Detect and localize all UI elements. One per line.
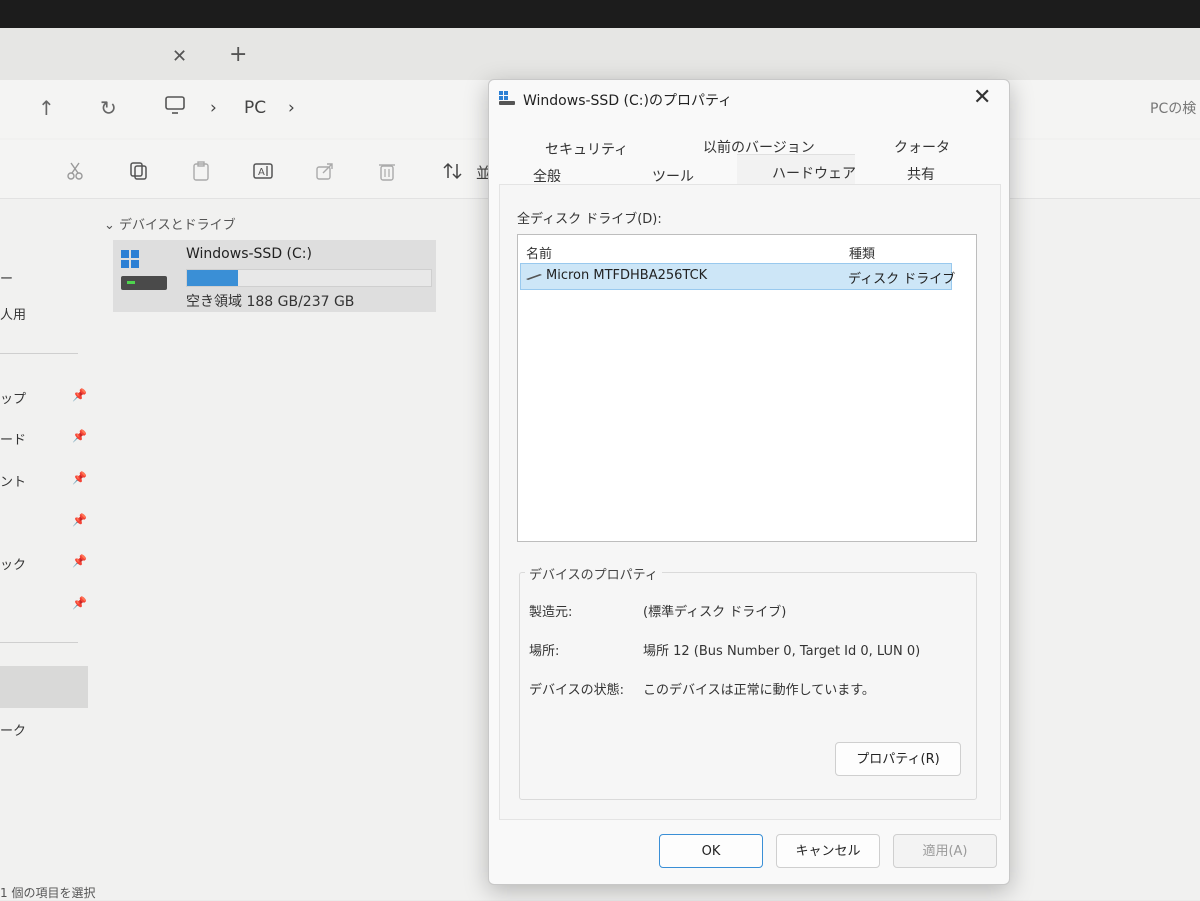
properties-button[interactable]: プロパティ(R) bbox=[835, 742, 961, 776]
sidebar-item-network[interactable]: ーク bbox=[0, 720, 26, 739]
pin-icon[interactable]: 📌 bbox=[72, 471, 87, 485]
search-box[interactable]: PCの検 bbox=[1150, 98, 1196, 118]
location-value: 場所 12 (Bus Number 0, Target Id 0, LUN 0) bbox=[643, 644, 921, 659]
drive-usage-fill bbox=[187, 270, 239, 286]
new-tab-icon[interactable]: + bbox=[229, 42, 247, 67]
ok-button[interactable]: OK bbox=[659, 834, 763, 868]
sidebar-item[interactable]: ント bbox=[0, 471, 26, 490]
disk-drive-icon bbox=[526, 274, 542, 280]
pin-icon[interactable]: 📌 bbox=[72, 554, 87, 568]
up-arrow-icon[interactable]: ↑ bbox=[38, 96, 55, 120]
list-item[interactable]: Micron MTFDHBA256TCK ディスク ドライブ bbox=[520, 263, 956, 290]
sort-icon[interactable] bbox=[442, 160, 464, 182]
pin-icon[interactable]: 📌 bbox=[72, 429, 87, 443]
delete-icon[interactable] bbox=[376, 160, 398, 182]
status-bar-text: 1 個の項目を選択 bbox=[0, 886, 96, 900]
close-icon[interactable]: ✕ bbox=[973, 85, 991, 110]
manufacturer-label: 製造元: bbox=[529, 605, 573, 620]
disk-type: ディスク ドライブ bbox=[848, 272, 956, 287]
device-status-label: デバイスの状態: bbox=[529, 683, 624, 698]
paste-icon[interactable] bbox=[190, 160, 212, 182]
dialog-title: Windows-SSD (C:)のプロパティ bbox=[523, 93, 733, 109]
refresh-icon[interactable]: ↻ bbox=[100, 96, 117, 120]
tab-sharing[interactable]: 共有 bbox=[907, 164, 935, 184]
tab-previous-versions[interactable]: 以前のバージョン bbox=[703, 137, 815, 157]
cancel-button[interactable]: キャンセル bbox=[776, 834, 880, 868]
properties-dialog: Windows-SSD (C:)のプロパティ ✕ セキュリティ 以前のバージョン… bbox=[488, 79, 1010, 885]
pin-icon[interactable]: 📌 bbox=[72, 596, 87, 610]
tab-security[interactable]: セキュリティ bbox=[545, 139, 628, 159]
devices-group-label: デバイスとドライブ bbox=[119, 218, 236, 233]
sidebar-item-selected[interactable] bbox=[0, 666, 88, 708]
sidebar-item[interactable]: 人用 bbox=[0, 304, 26, 323]
sidebar-item[interactable]: ップ bbox=[0, 388, 26, 407]
copy-icon[interactable] bbox=[128, 160, 150, 182]
disk-name: Micron MTFDHBA256TCK bbox=[546, 268, 708, 283]
svg-text:A: A bbox=[258, 167, 265, 178]
cut-icon[interactable] bbox=[64, 160, 86, 182]
sidebar-divider bbox=[0, 642, 78, 643]
breadcrumb-chevron-icon: › bbox=[210, 98, 217, 118]
sidebar-item[interactable]: ー bbox=[0, 268, 13, 287]
column-header-name[interactable]: 名前 bbox=[526, 243, 552, 262]
column-header-type[interactable]: 種類 bbox=[849, 243, 875, 262]
tab-tools[interactable]: ツール bbox=[652, 166, 694, 186]
drive-name: Windows-SSD (C:) bbox=[186, 246, 312, 262]
device-properties-title: デバイスのプロパティ bbox=[525, 564, 662, 583]
close-tab-icon[interactable]: ✕ bbox=[172, 46, 187, 67]
tab-hardware[interactable]: ハードウェア bbox=[772, 163, 856, 183]
drive-free-space: 空き領域 188 GB/237 GB bbox=[186, 294, 355, 310]
sidebar-item[interactable]: ード bbox=[0, 429, 26, 448]
disk-drive-list[interactable]: 名前 種類 Micron MTFDHBA256TCK ディスク ドライブ bbox=[517, 234, 977, 542]
breadcrumb-chevron-icon[interactable]: › bbox=[288, 98, 295, 118]
tab-strip: ✕ + bbox=[0, 28, 1200, 80]
monitor-icon[interactable] bbox=[164, 94, 186, 121]
rename-icon[interactable]: A bbox=[252, 160, 274, 182]
tab-general[interactable]: 全般 bbox=[533, 166, 561, 186]
disk-list-label: 全ディスク ドライブ(D): bbox=[517, 212, 662, 227]
devices-group-header[interactable]: ⌄ デバイスとドライブ bbox=[104, 214, 236, 233]
drive-tile-c[interactable]: Windows-SSD (C:) 空き領域 188 GB/237 GB bbox=[113, 240, 436, 312]
share-icon[interactable] bbox=[314, 160, 336, 182]
drive-title-icon bbox=[499, 91, 515, 105]
manufacturer-value: (標準ディスク ドライブ) bbox=[643, 605, 787, 620]
sidebar-item[interactable]: ック bbox=[0, 554, 26, 573]
drive-usage-bar bbox=[186, 269, 432, 287]
apply-button[interactable]: 適用(A) bbox=[893, 834, 997, 868]
tab-quota[interactable]: クォータ bbox=[894, 137, 950, 157]
breadcrumb-pc[interactable]: PC bbox=[244, 98, 266, 118]
windows-drive-icon bbox=[121, 250, 167, 290]
pin-icon[interactable]: 📌 bbox=[72, 513, 87, 527]
device-status-value: このデバイスは正常に動作しています。 bbox=[643, 683, 875, 698]
location-label: 場所: bbox=[529, 644, 560, 659]
screen-bezel bbox=[0, 0, 1200, 30]
pin-icon[interactable]: 📌 bbox=[72, 388, 87, 402]
sidebar-divider bbox=[0, 353, 78, 354]
